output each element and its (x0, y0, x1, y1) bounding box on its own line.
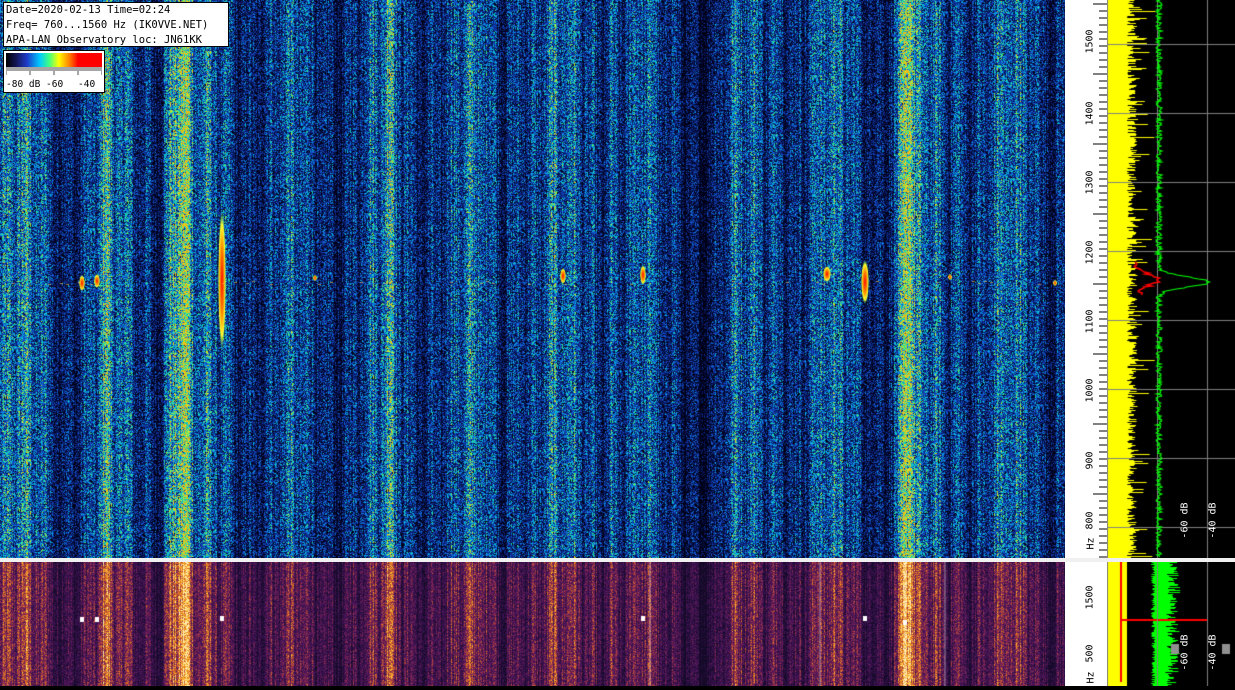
lower-power-label-40db: -40 dB (1207, 634, 1219, 671)
color-scale-ticks (6, 67, 102, 75)
power-label-60db: -60 dB (1179, 502, 1191, 539)
lower-power-label-60db: -60 dB (1179, 634, 1191, 671)
color-scale-mid-label: -60 (46, 79, 64, 90)
lower-frequency-scale: 1500 500 Hz (1065, 562, 1107, 686)
freq-tick-1400: 1400 (1084, 101, 1096, 126)
lower-tick-1500: 1500 (1084, 585, 1096, 610)
lower-unit: Hz (1085, 671, 1097, 684)
power-profile-traces (1107, 0, 1235, 558)
frequency-scale-ticks (1093, 3, 1107, 558)
freq-tick-1200: 1200 (1084, 240, 1096, 265)
freq-tick-1100: 1100 (1084, 309, 1096, 334)
freq-tick-1000: 1000 (1084, 378, 1096, 403)
power-profile-panel: -60 dB -40 dB (1107, 0, 1235, 558)
info-box: Date=2020-02-13 Time=02:24 Freq= 760...1… (3, 2, 229, 47)
freq-unit: Hz (1085, 537, 1097, 550)
color-scale-legend: -80 dB -60 -40 (3, 50, 105, 93)
info-observatory: APA-LAN Observatory loc: JN61KK (6, 34, 202, 46)
color-scale-high-label: -40 (78, 79, 96, 90)
waterfall-spectrogram (0, 0, 1065, 558)
lower-tick-500: 500 (1084, 644, 1096, 663)
lower-power-panel: -60 dB -40 dB (1107, 562, 1235, 686)
freq-tick-1300: 1300 (1084, 170, 1096, 195)
freq-tick-900: 900 (1084, 451, 1096, 470)
info-date-time: Date=2020-02-13 Time=02:24 (6, 4, 171, 16)
info-frequency: Freq= 760...1560 Hz (IK0VVE.NET) (6, 19, 209, 31)
frequency-scale: 1500 1400 1300 1200 1100 1000 900 800 Hz (1065, 0, 1107, 558)
wideband-spectrogram (0, 562, 1065, 686)
freq-tick-800: 800 (1084, 511, 1096, 530)
color-scale-low-label: -80 dB (6, 79, 41, 90)
freq-tick-1500: 1500 (1084, 29, 1096, 54)
power-label-40db: -40 dB (1207, 502, 1219, 539)
color-scale-gradient (6, 53, 102, 67)
